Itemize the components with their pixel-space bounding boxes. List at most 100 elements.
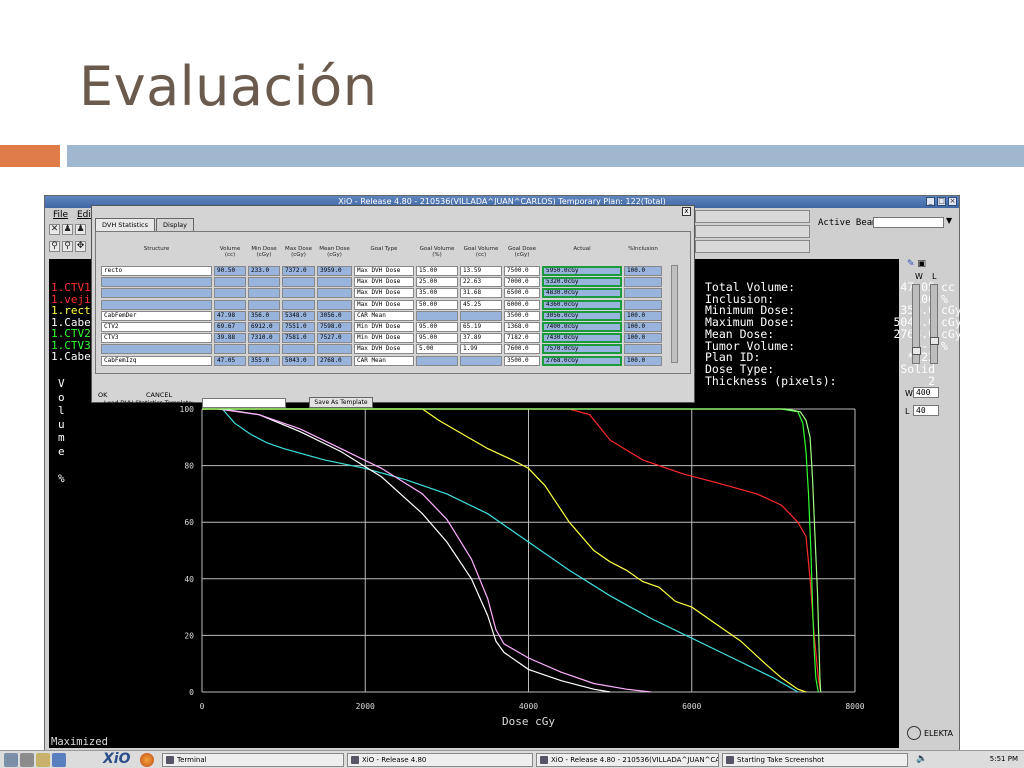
window-slider-knob[interactable] (912, 347, 921, 355)
dialog-close-icon[interactable]: x (682, 207, 691, 216)
table-cell[interactable]: CTV2 (101, 322, 212, 332)
toolbar-button-1[interactable] (695, 210, 810, 223)
table-cell[interactable]: 15.00 (416, 266, 458, 276)
table-cell[interactable]: 7000.0 (504, 277, 540, 288)
table-cell[interactable]: recto (101, 266, 212, 276)
table-cell[interactable] (101, 277, 212, 288)
table-cell[interactable]: CabFemIzq (101, 355, 212, 366)
table-cell[interactable]: 1.99 (460, 344, 502, 355)
firefox-icon[interactable] (140, 753, 154, 767)
table-cell[interactable]: 22.63 (460, 277, 502, 288)
table-cell[interactable] (101, 288, 212, 299)
table-cell[interactable] (101, 344, 212, 355)
table-cell[interactable]: Max DVH Dose (354, 299, 414, 310)
table-cell: 100.0 (624, 322, 662, 332)
zoom-in-icon[interactable]: ⚲ (49, 241, 60, 252)
window-level-field[interactable]: 40 (913, 405, 939, 416)
table-cell[interactable]: 37.89 (460, 333, 502, 344)
table-cell[interactable]: Max DVH Dose (354, 266, 414, 276)
chevron-down-icon[interactable]: ▼ (946, 216, 952, 225)
table-cell[interactable]: CabFemDer (101, 310, 212, 321)
table-cell[interactable] (416, 310, 458, 321)
table-cell[interactable]: Min DVH Dose (354, 333, 414, 344)
table-cell[interactable]: CTV3 (101, 333, 212, 344)
table-cell[interactable] (460, 355, 502, 366)
close-icon[interactable]: × (948, 197, 957, 206)
minimize-icon[interactable]: _ (926, 197, 935, 206)
toolbar-row-1: ✕ ♟ ♟ (49, 224, 95, 237)
table-cell: 7400.0cGy (542, 322, 622, 332)
table-cell[interactable]: 25.00 (416, 277, 458, 288)
table-cell[interactable]: 3500.0 (504, 310, 540, 321)
level-slider-knob[interactable] (930, 337, 939, 345)
stat-unit (935, 376, 941, 388)
cancel-button[interactable]: CANCEL (146, 391, 172, 399)
structure-list-item[interactable]: 1.Cabe (51, 351, 91, 363)
tool-box-icon[interactable]: ▣ (917, 259, 926, 269)
speaker-icon[interactable]: 🔈 (916, 754, 927, 764)
toolbar-button-2[interactable] (695, 225, 810, 238)
table-cell: 5348.0 (282, 310, 315, 321)
pen-icon[interactable]: ✎ (907, 259, 915, 269)
table-cell[interactable]: 35.00 (416, 288, 458, 299)
toolbar-button-3[interactable] (695, 240, 810, 253)
dvh-curve (218, 408, 651, 693)
table-cell[interactable]: 3500.0 (504, 355, 540, 366)
taskbar-item-terminal[interactable]: Terminal (162, 753, 344, 767)
ok-button[interactable]: OK (98, 391, 107, 399)
table-scrollbar[interactable] (671, 265, 678, 363)
level-slider[interactable] (930, 284, 939, 364)
launcher-icon-1[interactable] (4, 753, 18, 767)
xio-logo[interactable]: XiO (103, 751, 131, 767)
table-cell[interactable]: Max DVH Dose (354, 277, 414, 288)
table-cell[interactable] (101, 299, 212, 310)
taskbar-item-screenshot[interactable]: Starting Take Screenshot (722, 753, 908, 767)
launcher-icon-4[interactable] (52, 753, 66, 767)
table-cell[interactable]: 50.00 (416, 299, 458, 310)
structure-list-item[interactable]: 1.CTV2 (51, 328, 91, 340)
table-cell: 4360.0cGy (542, 299, 622, 310)
structure-list-item[interactable]: 1.CTV1 (51, 282, 91, 294)
table-cell: 7310.0 (248, 333, 280, 344)
table-cell[interactable]: 95.00 (416, 333, 458, 344)
table-cell[interactable]: Max DVH Dose (354, 288, 414, 299)
taskbar-item-xio[interactable]: XiO - Release 4.80 (347, 753, 533, 767)
table-cell[interactable]: 45.25 (460, 299, 502, 310)
tool-figure2-icon[interactable]: ♟ (75, 224, 86, 235)
menu-file[interactable]: File (53, 210, 68, 220)
maximize-icon[interactable]: □ (937, 197, 946, 206)
tab-dvh-statistics[interactable]: DVH Statistics (95, 218, 156, 231)
active-beam-select[interactable] (873, 217, 944, 228)
pan-icon[interactable]: ✥ (75, 241, 86, 252)
launcher-icon-2[interactable] (20, 753, 34, 767)
table-cell[interactable]: 1368.0 (504, 322, 540, 332)
taskbar-item-xio-plan[interactable]: XiO - Release 4.80 - 210536(VILLADA^JUAN… (536, 753, 719, 767)
table-cell[interactable]: 95.00 (416, 322, 458, 332)
table-cell[interactable]: CAR Mean (354, 310, 414, 321)
table-cell[interactable]: 7600.0 (504, 344, 540, 355)
tool-figure-icon[interactable]: ♟ (62, 224, 73, 235)
structure-list-item[interactable]: 1.rect (51, 305, 91, 317)
table-cell[interactable]: CAR Mean (354, 355, 414, 366)
table-cell[interactable]: 6500.0 (504, 288, 540, 299)
table-cell[interactable]: 13.59 (460, 266, 502, 276)
table-cell[interactable]: 31.68 (460, 288, 502, 299)
table-cell[interactable] (416, 355, 458, 366)
table-cell[interactable] (460, 310, 502, 321)
table-cell[interactable]: 6000.0 (504, 299, 540, 310)
window-width-field[interactable]: 400 (913, 387, 939, 398)
table-cell[interactable]: 7500.0 (504, 266, 540, 276)
table-header: %Inclusion (628, 246, 658, 252)
table-cell[interactable]: 65.19 (460, 322, 502, 332)
table-cell[interactable]: Min DVH Dose (354, 322, 414, 332)
table-cell[interactable]: Max DVH Dose (354, 344, 414, 355)
tab-display[interactable]: Display (156, 218, 194, 231)
window-slider[interactable] (912, 284, 921, 364)
launcher-icon-3[interactable] (36, 753, 50, 767)
table-cell: 355.0 (248, 355, 280, 366)
table-cell[interactable]: 5.00 (416, 344, 458, 355)
tool-cross-icon[interactable]: ✕ (49, 224, 60, 235)
zoom-out-icon[interactable]: ⚲ (62, 241, 73, 252)
table-cell[interactable]: 7182.0 (504, 333, 540, 344)
stat-unit: cGy (941, 326, 962, 341)
